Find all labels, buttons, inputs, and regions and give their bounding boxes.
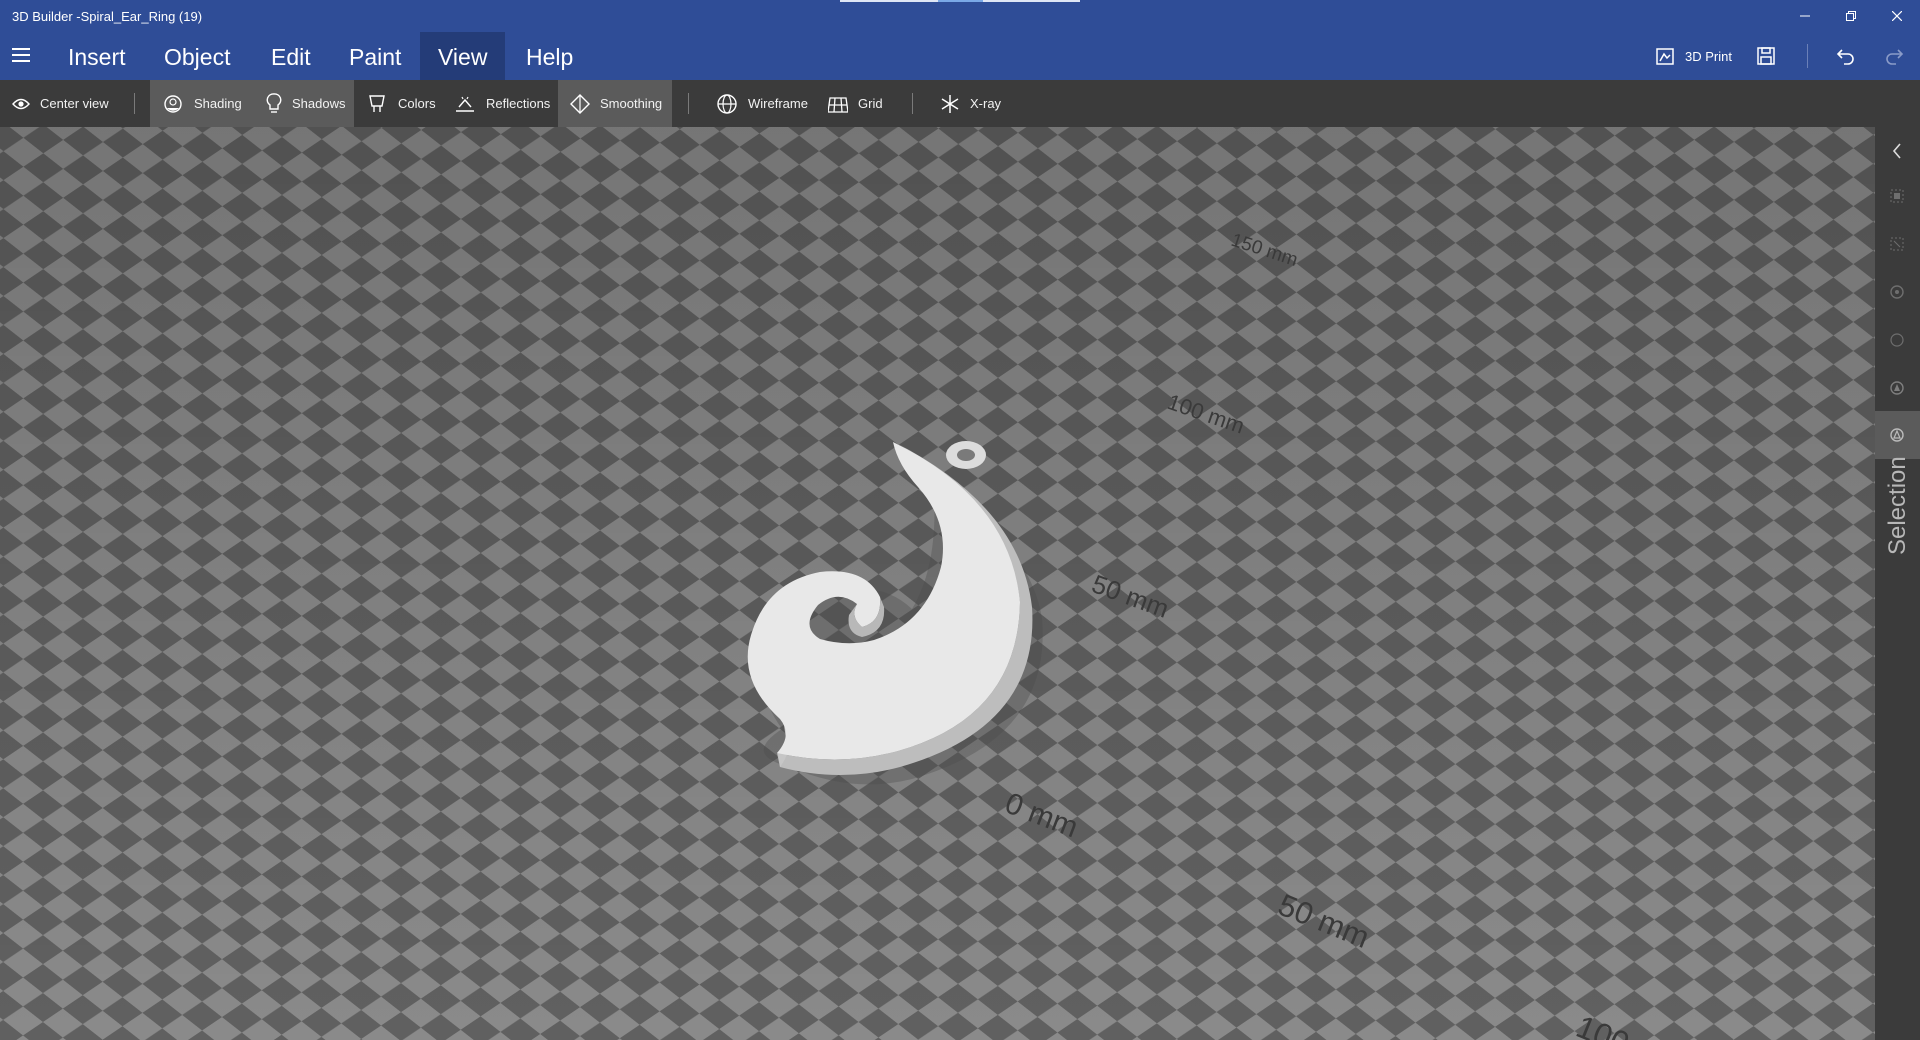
reflections-icon [456, 96, 474, 112]
minimize-button[interactable] [1782, 0, 1828, 32]
selection-label-text: Selection [1884, 456, 1911, 555]
xray-label: X-ray [970, 96, 1002, 111]
chevron-left-icon[interactable] [1886, 140, 1908, 162]
shadows-label: Shadows [292, 96, 346, 111]
wireframe-label: Wireframe [748, 96, 808, 111]
menu-paint[interactable]: Paint [331, 32, 419, 80]
globe-icon [717, 93, 737, 114]
colors-label: Colors [398, 96, 436, 111]
undo-button[interactable] [1836, 32, 1856, 80]
smoothing-label: Smoothing [600, 96, 663, 111]
minimize-icon [1800, 15, 1810, 17]
hamburger-menu-icon[interactable] [12, 48, 30, 64]
grid-label: Grid [858, 96, 883, 111]
view-toolbar: Center view Shading Shadows Colors Refle… [0, 80, 1920, 127]
selection-mode-icon[interactable] [1886, 424, 1908, 446]
center-view-label: Center view [40, 96, 109, 111]
save-button[interactable] [1756, 32, 1776, 80]
center-view-button[interactable]: Center view [0, 80, 122, 127]
toolbar-separator [688, 93, 689, 114]
menu-insert[interactable]: Insert [50, 32, 144, 80]
redo-button[interactable] [1884, 32, 1904, 80]
smoothing-icon [570, 93, 590, 114]
select-all-icon[interactable] [1886, 185, 1908, 207]
paint-bucket-icon [369, 94, 385, 112]
right-side-panel [1875, 127, 1920, 1040]
undo-icon [1836, 49, 1854, 65]
menu-object[interactable]: Object [146, 32, 248, 80]
menu-divider [1807, 44, 1808, 68]
reflections-label: Reflections [486, 96, 551, 111]
title-progress-indicator [840, 0, 1080, 2]
title-bar: 3D Builder -Spiral_Ear_Ring (19) [0, 0, 1920, 32]
menu-help[interactable]: Help [508, 32, 591, 80]
restore-button[interactable] [1828, 0, 1874, 32]
print-3d-label: 3D Print [1685, 48, 1732, 64]
print-3d-icon [1656, 48, 1674, 65]
close-button[interactable] [1874, 0, 1920, 32]
restore-icon [1846, 11, 1856, 21]
settings-gear-icon[interactable] [1886, 281, 1908, 303]
shading-button[interactable]: Shading [150, 80, 254, 127]
menu-view[interactable]: View [420, 32, 506, 80]
xray-button[interactable]: X-ray [928, 80, 1018, 127]
close-icon [1892, 11, 1902, 21]
grid-icon [828, 96, 848, 113]
menu-bar: Insert Object Edit Paint View Help 3D Pr… [0, 32, 1920, 80]
toolbar-separator [134, 93, 135, 114]
grid-button[interactable]: Grid [816, 80, 896, 127]
shading-label: Shading [194, 96, 242, 111]
print-3d-button[interactable]: 3D Print [1655, 32, 1732, 80]
toolbar-separator [912, 93, 913, 114]
lightbulb-icon [266, 92, 282, 113]
viewport-canvas[interactable]: 150 mm 100 mm 50 mm 0 mm 50 mm 100 [0, 127, 1875, 1040]
shadows-button[interactable]: Shadows [254, 80, 354, 127]
redo-icon [1886, 49, 1904, 65]
xray-asterisk-icon [941, 94, 959, 113]
deselect-icon[interactable] [1886, 233, 1908, 255]
save-icon [1757, 47, 1775, 65]
circle-tool-icon[interactable] [1886, 329, 1908, 351]
colors-button[interactable]: Colors [354, 80, 442, 127]
smoothing-button[interactable]: Smoothing [558, 80, 672, 127]
menu-edit[interactable]: Edit [253, 32, 329, 80]
3d-viewport[interactable]: 150 mm 100 mm 50 mm 0 mm 50 mm 100 [0, 127, 1875, 1040]
shading-icon [164, 94, 182, 113]
eye-icon [12, 98, 30, 109]
window-title: 3D Builder -Spiral_Ear_Ring (19) [12, 9, 203, 24]
wireframe-button[interactable]: Wireframe [704, 80, 814, 127]
reflections-button[interactable]: Reflections [442, 80, 558, 127]
compass-icon[interactable] [1886, 377, 1908, 399]
